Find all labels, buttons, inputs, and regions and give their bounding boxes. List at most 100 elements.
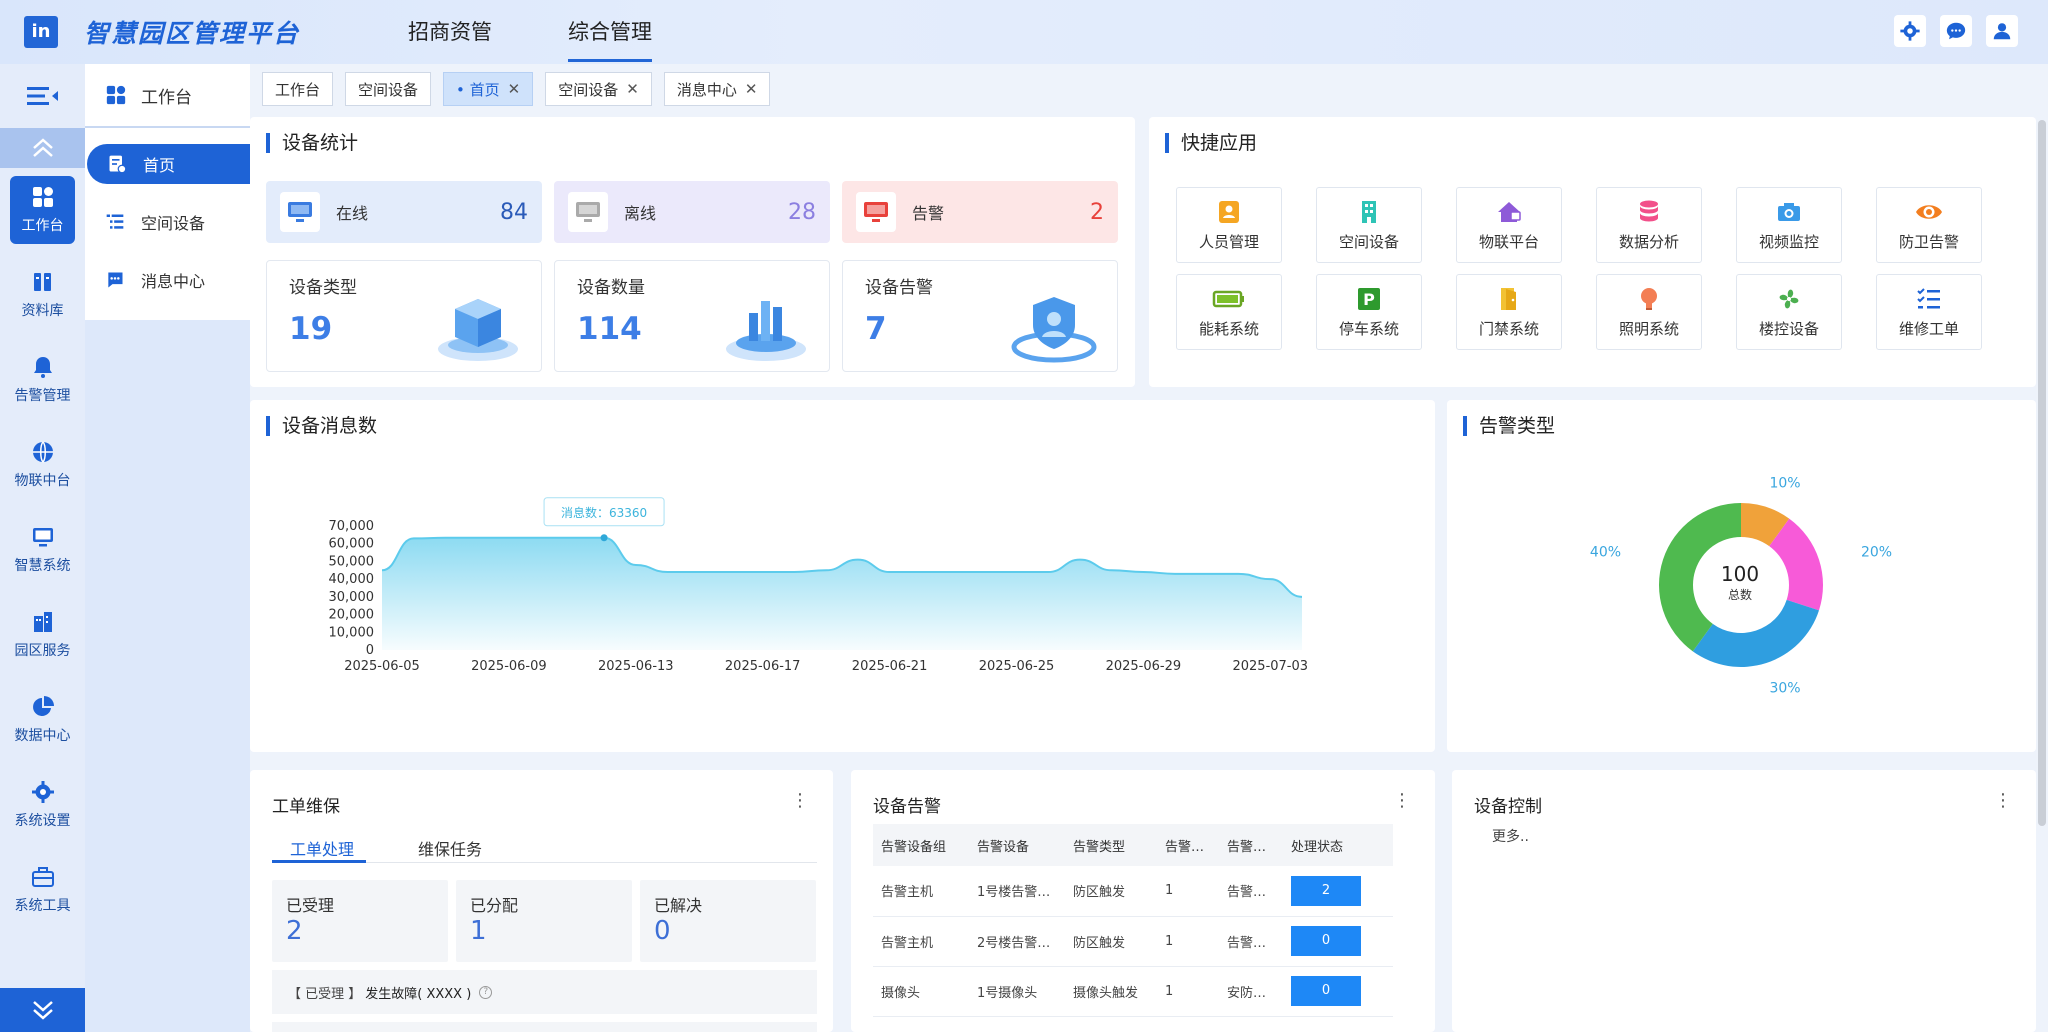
counter-accepted[interactable]: 已受理 2 — [272, 880, 448, 962]
table-cell: 告警… — [1219, 916, 1283, 967]
table-cell: 摄像头触发 — [1065, 966, 1157, 1017]
more-options-icon[interactable]: ⋮ — [1393, 790, 1411, 811]
card-label: 设备类型 — [289, 278, 357, 298]
page-scrollbar[interactable] — [2038, 120, 2046, 826]
tab-home[interactable]: • 首页 ✕ — [443, 72, 534, 106]
more-options-icon[interactable]: ⋮ — [1994, 790, 2012, 811]
card-device-types[interactable]: 设备类型 19 — [266, 260, 542, 372]
tab-space-devices[interactable]: 空间设备 — [345, 72, 432, 106]
quick-app-personnel[interactable]: 人员管理 — [1176, 187, 1282, 263]
monitor-offline-icon — [568, 192, 608, 232]
panel-title: 设备告警 — [873, 797, 941, 817]
quick-app-parking[interactable]: P 停车系统 — [1316, 274, 1422, 350]
tab-space-devices-2[interactable]: 空间设备 ✕ — [545, 72, 652, 106]
quick-app-repair-orders[interactable]: 维修工单 — [1876, 274, 1982, 350]
close-icon[interactable]: ✕ — [626, 80, 639, 98]
column-header[interactable]: 告警… — [1157, 824, 1219, 866]
menu-toggle-icon[interactable] — [0, 64, 85, 128]
donut-slice[interactable] — [1692, 599, 1819, 667]
tab-maintenance-tasks[interactable]: 维保任务 — [418, 836, 482, 860]
more-options-icon[interactable]: ⋮ — [791, 790, 809, 811]
top-nav: 招商资管 综合管理 — [392, 0, 668, 64]
x-tick-label: 2025-06-13 — [598, 659, 674, 674]
table-cell: 1 — [1157, 866, 1219, 917]
column-header[interactable]: 处理状态 — [1283, 824, 1393, 866]
quick-app-label: 楼控设备 — [1758, 319, 1819, 338]
quick-app-energy[interactable]: 能耗系统 — [1176, 274, 1282, 350]
stat-alarm[interactable]: 告警 2 — [842, 181, 1118, 243]
status-button[interactable]: 0 — [1291, 976, 1361, 1006]
subnav-item-messages[interactable]: 消息中心 — [85, 260, 250, 300]
bar-illustration-icon — [726, 301, 806, 361]
rail-item-library[interactable]: 资料库 — [0, 252, 85, 337]
tab-workbench[interactable]: 工作台 — [262, 72, 334, 106]
settings-icon[interactable] — [1894, 15, 1926, 47]
table-cell: 告警主机 — [873, 866, 969, 917]
list-item[interactable] — [272, 1022, 817, 1032]
more-link[interactable]: 更多.. — [1492, 826, 1529, 846]
rail-item-workbench[interactable]: 工作台 — [10, 176, 75, 244]
rail-item-alarm[interactable]: 告警管理 — [0, 337, 85, 422]
quick-app-label: 人员管理 — [1198, 232, 1259, 251]
close-icon[interactable]: ✕ — [508, 80, 521, 98]
column-header[interactable]: 告警… — [1219, 824, 1283, 866]
tab-work-order-handling[interactable]: 工单处理 — [290, 836, 354, 860]
quick-app-lighting[interactable]: 照明系统 — [1596, 274, 1702, 350]
counter-assigned[interactable]: 已分配 1 — [456, 880, 632, 962]
top-nav-item-management[interactable]: 综合管理 — [552, 0, 668, 64]
device-messages-panel: 设备消息数 0 10,000 20,000 30,000 40,000 50,000 60,… — [250, 400, 1435, 752]
tab-messages[interactable]: 消息中心 ✕ — [663, 72, 771, 106]
list-item-status: 【 已受理 】 — [288, 986, 362, 1002]
user-icon[interactable] — [1986, 15, 2018, 47]
scroll-up-icon[interactable] — [0, 128, 85, 168]
card-device-alarms[interactable]: 设备告警 7 — [842, 260, 1118, 372]
office-building-icon — [1362, 200, 1376, 223]
counter-resolved[interactable]: 已解决 0 — [640, 880, 816, 962]
column-header[interactable]: 告警设备 — [969, 824, 1065, 866]
counter-label: 已分配 — [470, 896, 519, 915]
cube-illustration-icon — [438, 299, 518, 361]
rail-item-label: 系统设置 — [14, 812, 71, 829]
rail-item-smart[interactable]: 智慧系统 — [0, 507, 85, 592]
stat-online[interactable]: 在线 84 — [266, 181, 542, 243]
stat-offline[interactable]: 离线 28 — [554, 181, 830, 243]
rail-item-data[interactable]: 数据中心 — [0, 677, 85, 762]
column-header[interactable]: 告警设备组 — [873, 824, 969, 866]
table-cell: 2 — [1283, 866, 1393, 917]
y-tick-label: 20,000 — [329, 608, 375, 623]
quick-app-data-analysis[interactable]: 数据分析 — [1596, 187, 1702, 263]
rail-item-service[interactable]: 园区服务 — [0, 592, 85, 677]
rail-item-settings[interactable]: 系统设置 — [0, 762, 85, 847]
stat-value: 2 — [1090, 199, 1104, 225]
quick-app-iot-platform[interactable]: 物联平台 — [1456, 187, 1562, 263]
table-row[interactable]: 告警主机 1号楼告警… 防区触发 1 告警… 2 — [873, 866, 1393, 917]
message-icon[interactable] — [1940, 15, 1972, 47]
area-fill — [382, 537, 1302, 650]
status-button[interactable]: 0 — [1291, 926, 1361, 956]
subnav-item-home[interactable]: 首页 — [87, 144, 250, 184]
table-row[interactable]: 告警主机 2号楼告警… 防区触发 1 告警… 0 — [873, 916, 1393, 967]
help-icon[interactable]: ? — [479, 985, 493, 999]
card-device-count[interactable]: 设备数量 114 — [554, 260, 830, 372]
status-button[interactable]: 2 — [1291, 875, 1361, 906]
rail-item-tools[interactable]: 系统工具 — [0, 847, 85, 932]
rail-item-label: 告警管理 — [14, 387, 71, 404]
scroll-down-icon[interactable] — [0, 988, 85, 1032]
quick-app-video[interactable]: 视频监控 — [1736, 187, 1842, 263]
subnav-item-space-devices[interactable]: 空间设备 — [85, 202, 250, 242]
left-rail: 工作台 资料库 告警管理 物联中台 智慧系统 园区服务 数据中心 系统设置 系统… — [0, 64, 85, 1032]
close-icon[interactable]: ✕ — [745, 80, 758, 98]
quick-app-security-alarm[interactable]: 防卫告警 — [1876, 187, 1982, 263]
highlighted-point[interactable] — [600, 534, 608, 542]
quick-app-building-control[interactable]: 楼控设备 — [1736, 274, 1842, 350]
table-cell: 1号楼告警… — [969, 866, 1065, 917]
table-row[interactable]: 摄像头 1号摄像头 摄像头触发 1 安防… 0 — [873, 966, 1393, 1017]
rail-item-iot[interactable]: 物联中台 — [0, 422, 85, 507]
quick-app-space-devices[interactable]: 空间设备 — [1316, 187, 1422, 263]
quick-app-access-control[interactable]: 门禁系统 — [1456, 274, 1562, 350]
list-item[interactable]: 【 已受理 】 发生故障( XXXX ) ? — [272, 970, 817, 1014]
quick-app-label: 照明系统 — [1618, 319, 1679, 338]
top-nav-item-investment[interactable]: 招商资管 — [392, 0, 508, 64]
column-header[interactable]: 告警类型 — [1065, 824, 1157, 866]
rail-item-label: 智慧系统 — [14, 557, 71, 574]
